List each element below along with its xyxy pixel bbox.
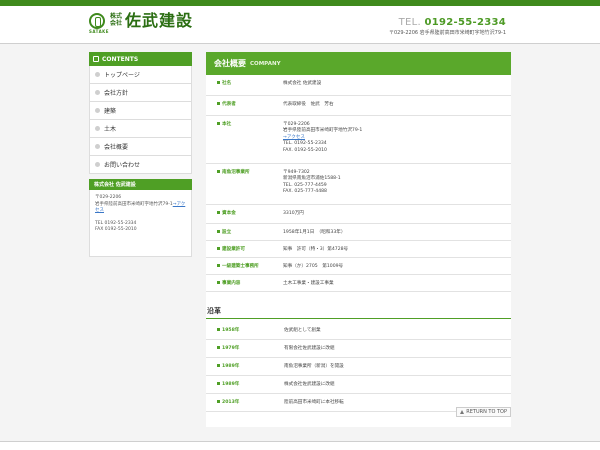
table-row: 1958年 佐武組として創業 <box>206 321 511 340</box>
table-row: 社名 株式会社 佐武建設 <box>206 75 511 96</box>
table-row: 1979年 有限会社佐武建設に改組 <box>206 339 511 358</box>
contents-icon <box>93 56 99 62</box>
company-info-table: 社名 株式会社 佐武建設 代表者 代表取締役 佐武 芳右 本社 〒029-220… <box>206 75 511 292</box>
bullet-icon <box>95 108 100 113</box>
header-address: 〒029-2206 岩手県陸前高田市米崎町字地竹沢79-1 <box>388 30 506 36</box>
bullet-icon <box>95 126 100 131</box>
table-row: 事業内容 土木工事業・建設工事業 <box>206 274 511 292</box>
history-table: 1958年 佐武組として創業 1979年 有限会社佐武建設に改組 1989年 南… <box>206 321 511 412</box>
table-row: 1989年 南魚沼事業所（新潟）を開設 <box>206 357 511 376</box>
sidebar-item-architecture[interactable]: 建築 <box>89 102 192 120</box>
sidebar-item-company[interactable]: 会社概要 <box>89 138 192 156</box>
page-title: 会社概要 COMPANY <box>206 52 511 75</box>
table-row: 本社 〒029-2206 岩手県陸前高田市米崎町字地竹沢79-1 →アクセス T… <box>206 115 511 164</box>
main-content: 会社概要 COMPANY 社名 株式会社 佐武建設 代表者 代表取締役 佐武 芳… <box>206 52 511 427</box>
table-row: 資本金 3310万円 <box>206 204 511 224</box>
site-footer <box>0 441 600 450</box>
logo-company-name: 佐武建設 <box>125 11 194 30</box>
sidebar: CONTENTS トップページ 会社方針 建築 土木 会社概要 お問い合わせ 株… <box>89 52 192 257</box>
sidebar-info-title: 株式会社 佐武建設 <box>89 179 192 190</box>
table-row: 設立 1958年1月1日 （昭和33年） <box>206 223 511 241</box>
site-logo[interactable]: SATAKE 株式 会社 佐武建設 <box>89 11 193 37</box>
bullet-icon <box>95 162 100 167</box>
table-row: 代表者 代表取締役 佐武 芳右 <box>206 95 511 116</box>
return-to-top-button[interactable]: RETURN TO TOP <box>456 407 511 417</box>
sidebar-item-top[interactable]: トップページ <box>89 66 192 84</box>
sidebar-item-civil[interactable]: 土木 <box>89 120 192 138</box>
sidebar-item-policy[interactable]: 会社方針 <box>89 84 192 102</box>
sidebar-info-box: 〒029-2206 岩手県陸前高田市米崎町字地竹沢79-1→アクセス TEL 0… <box>89 190 192 257</box>
history-section-title: 沿革 <box>206 306 511 319</box>
table-row: 1989年 株式会社佐武建設に改組 <box>206 375 511 394</box>
bullet-icon <box>95 90 100 95</box>
table-row: 一級建築士事務所 知事（か）2705 第1009号 <box>206 257 511 275</box>
bullet-icon <box>95 144 100 149</box>
site-header: SATAKE 株式 会社 佐武建設 TEL. 0192-55-2334 〒029… <box>0 6 600 44</box>
header-phone: TEL. 0192-55-2334 <box>398 17 506 28</box>
arrow-up-icon <box>460 410 465 414</box>
logo-kabushiki-text: 株式 会社 <box>110 13 123 27</box>
sidebar-title: CONTENTS <box>89 52 192 66</box>
logo-emblem-icon <box>89 13 105 29</box>
logo-english-text: SATAKE <box>89 29 110 34</box>
bullet-icon <box>95 72 100 77</box>
table-row: 建設業許可 知事 許可（特・3）第4728号 <box>206 240 511 258</box>
table-row: 南魚沼事業所 〒949-7302 新潟県南魚沼市浦佐1588-1 TEL. 02… <box>206 163 511 205</box>
sidebar-item-contact[interactable]: お問い合わせ <box>89 156 192 174</box>
